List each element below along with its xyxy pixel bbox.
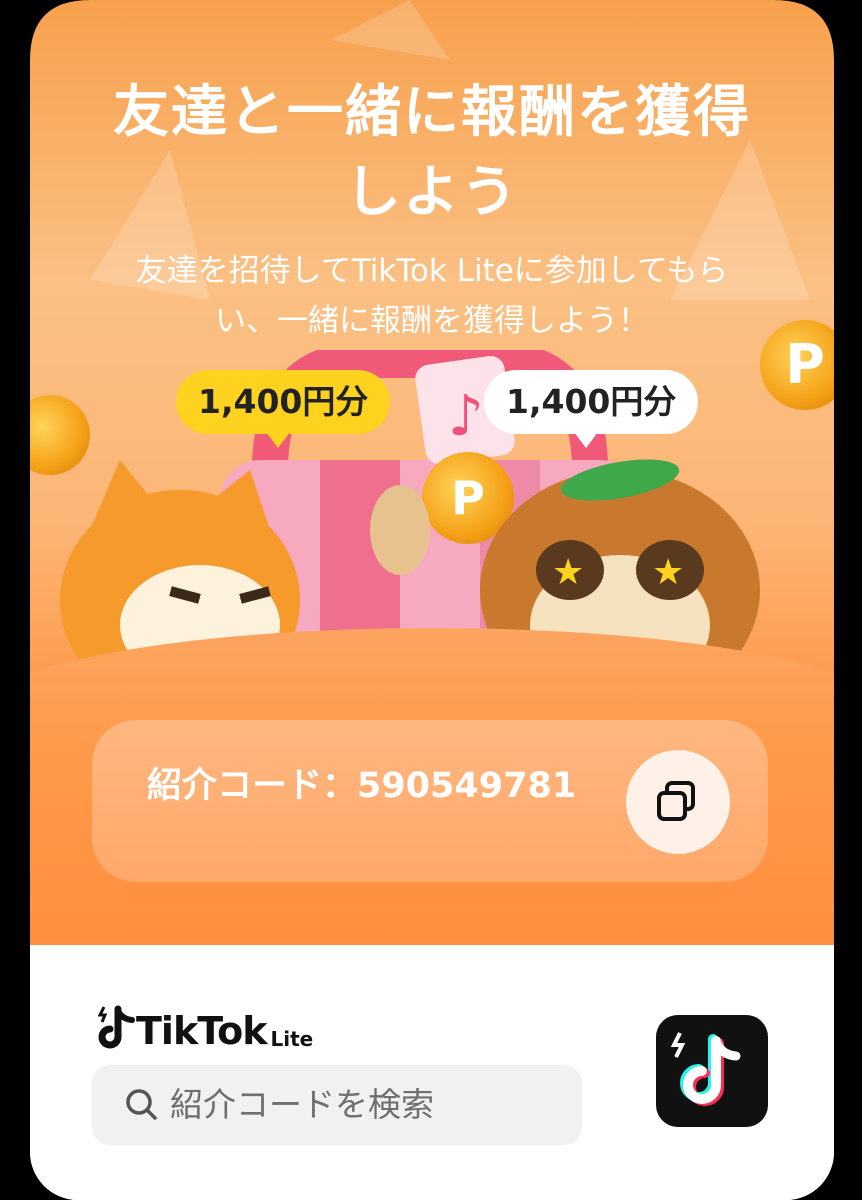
tiktok-lite-logo: TikTok Lite bbox=[98, 1001, 313, 1053]
referral-code-label: 紹介コード：590549781 bbox=[147, 766, 577, 806]
subtitle-line1: 友達を招待してTikTok Liteに参加してもら bbox=[135, 253, 729, 289]
search-icon bbox=[126, 1089, 157, 1120]
bottom-panel: TikTok Lite 紹介コードを検索 bbox=[30, 945, 834, 1200]
referral-search-input[interactable]: 紹介コードを検索 bbox=[92, 1065, 582, 1145]
invitee-reward-badge: 1,400円分 bbox=[484, 370, 699, 448]
copy-icon bbox=[657, 781, 695, 821]
svg-text:★: ★ bbox=[552, 552, 584, 593]
brand-name: TikTok bbox=[136, 1009, 267, 1053]
tiktok-app-icon[interactable] bbox=[656, 1015, 768, 1127]
invite-card: 友達と一緒に報酬を獲得 しよう 友達を招待してTikTok Liteに参加しても… bbox=[30, 0, 834, 1200]
referral-code-box: 紹介コード：590549781 bbox=[92, 720, 768, 882]
search-placeholder: 紹介コードを検索 bbox=[170, 1085, 434, 1124]
hero-banner: 友達と一緒に報酬を獲得 しよう 友達を招待してTikTok Liteに参加しても… bbox=[30, 0, 834, 945]
tiktok-logo-icon bbox=[98, 1005, 135, 1049]
brand-suffix: Lite bbox=[270, 1027, 314, 1051]
copy-button[interactable] bbox=[626, 750, 730, 854]
page-title-line1: 友達と一緒に報酬を獲得 bbox=[113, 80, 751, 145]
svg-text:♪: ♪ bbox=[448, 384, 484, 449]
svg-text:★: ★ bbox=[652, 552, 684, 593]
subtitle-line2: い、一緒に報酬を獲得しよう！ bbox=[215, 303, 649, 339]
tiktok-note-glyph bbox=[670, 1032, 741, 1106]
inviter-reward-badge: 1,400円分 bbox=[176, 370, 391, 448]
page-title-line2: しよう bbox=[345, 160, 519, 225]
